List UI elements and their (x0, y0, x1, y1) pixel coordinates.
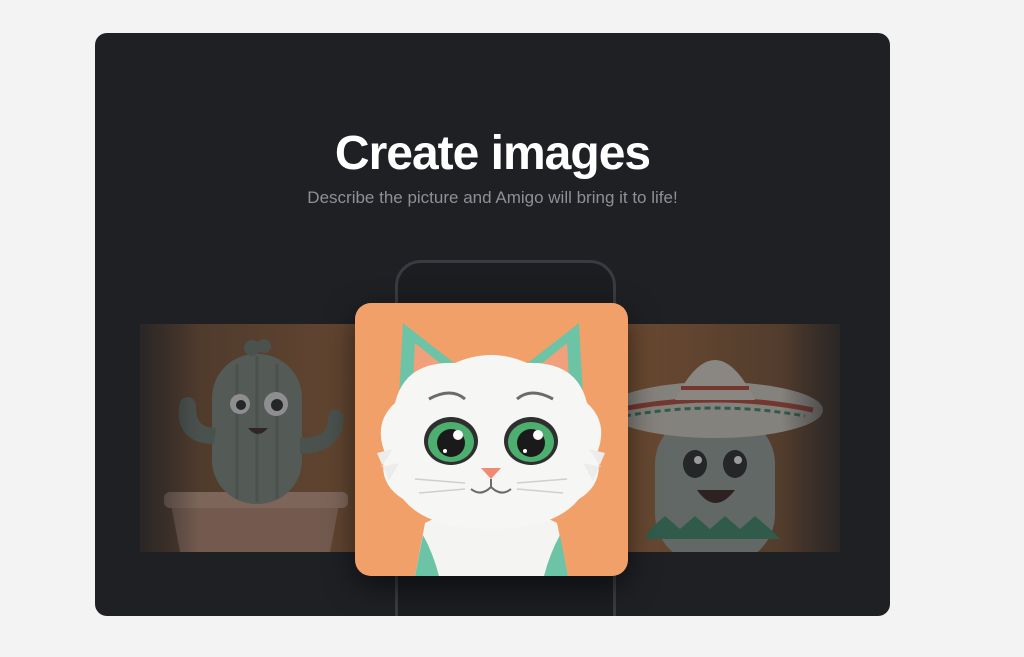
gallery-item-cat (355, 303, 628, 576)
page-title: Create images (334, 127, 651, 180)
page-subtitle: Describe the picture and Amigo will brin… (307, 188, 678, 207)
gallery-item-cactus (140, 324, 380, 552)
tile-fade-overlay (605, 324, 840, 552)
feature-card: Create images Describe the picture and A… (95, 33, 890, 616)
cat-illustration-icon (355, 303, 628, 576)
tile-fade-overlay (140, 324, 380, 552)
page: Create images Describe the picture and A… (0, 0, 1024, 657)
gallery-item-sombrero (605, 324, 840, 552)
